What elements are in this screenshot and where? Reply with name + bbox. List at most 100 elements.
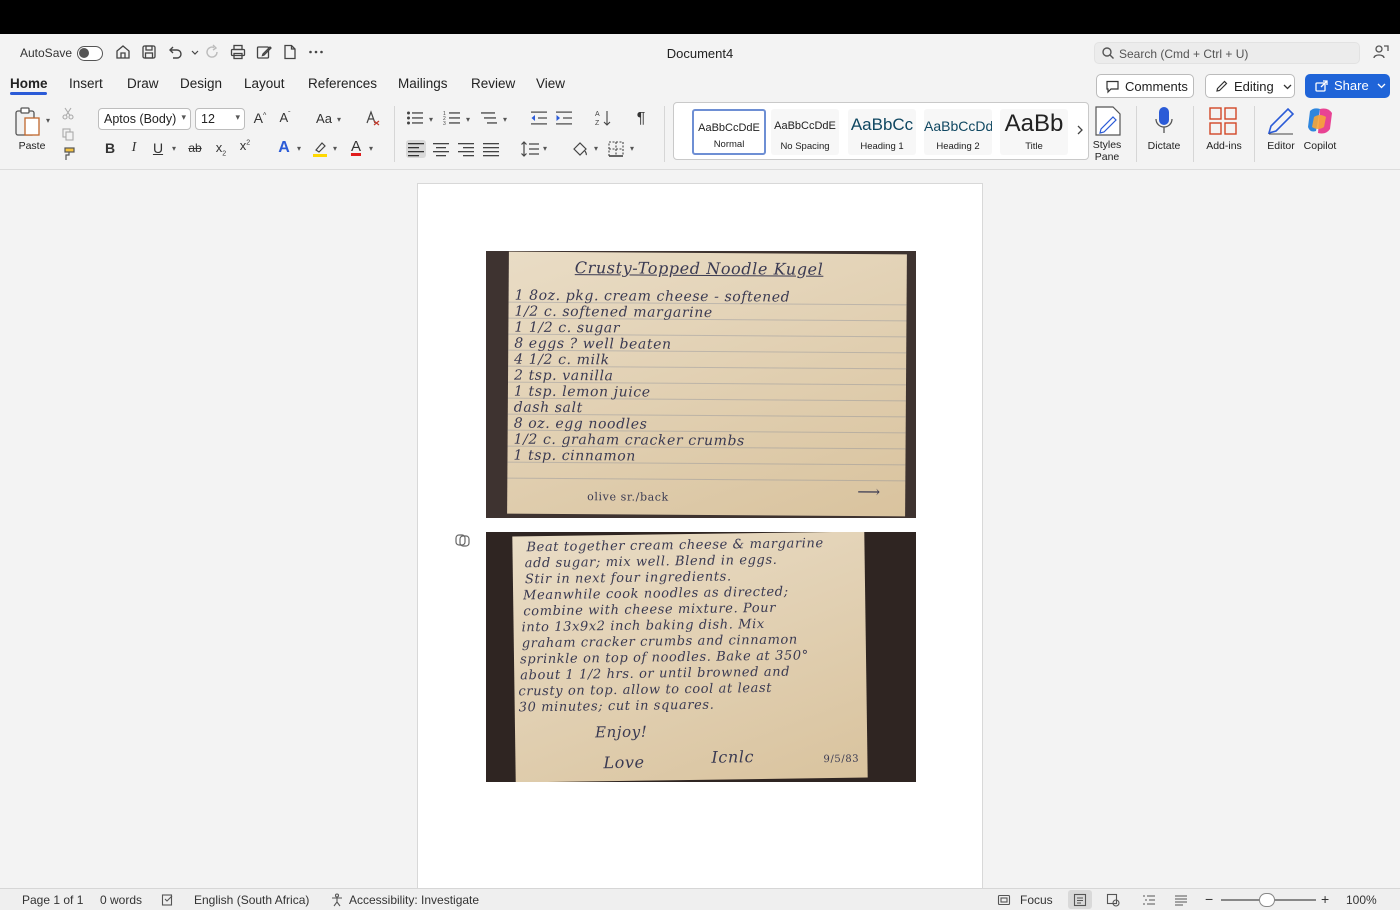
autosave-toggle[interactable] bbox=[77, 46, 103, 61]
style-title[interactable]: AaBb Title bbox=[1000, 109, 1068, 155]
chevron-down-icon[interactable]: ▾ bbox=[503, 115, 507, 124]
home-icon[interactable] bbox=[114, 43, 132, 61]
style-heading-1[interactable]: AaBbCc Heading 1 bbox=[848, 109, 916, 155]
comments-button[interactable]: Comments bbox=[1096, 74, 1194, 98]
copilot-inline-icon[interactable] bbox=[454, 532, 471, 549]
multilevel-list-icon[interactable] bbox=[480, 110, 498, 126]
align-right-icon[interactable] bbox=[457, 141, 475, 157]
tab-design[interactable]: Design bbox=[180, 76, 222, 91]
editing-mode-button[interactable]: Editing bbox=[1205, 74, 1295, 98]
tab-insert[interactable]: Insert bbox=[69, 76, 103, 91]
zoom-in-button[interactable]: + bbox=[1321, 891, 1329, 907]
italic-button[interactable]: I bbox=[125, 140, 143, 156]
recipe-card-front-photo[interactable]: Crusty-Topped Noodle Kugel 1 8oz. pkg. c… bbox=[486, 251, 916, 518]
show-formatting-marks-button[interactable]: ¶ bbox=[632, 110, 650, 128]
clear-formatting-icon[interactable] bbox=[363, 109, 381, 127]
tab-draw[interactable]: Draw bbox=[127, 76, 159, 91]
edit-document-icon[interactable] bbox=[255, 43, 273, 61]
tab-home[interactable]: Home bbox=[10, 76, 48, 91]
recipe-card-back-photo[interactable]: Beat together cream cheese & margarine a… bbox=[486, 532, 916, 782]
chevron-down-icon[interactable]: ▾ bbox=[297, 144, 301, 153]
sort-icon[interactable]: AZ bbox=[594, 109, 612, 127]
bullets-icon[interactable] bbox=[406, 110, 424, 126]
chevron-down-icon[interactable]: ▾ bbox=[337, 115, 341, 124]
chevron-down-icon[interactable]: ▾ bbox=[466, 115, 470, 124]
document-page[interactable]: Crusty-Topped Noodle Kugel 1 8oz. pkg. c… bbox=[417, 183, 983, 903]
zoom-slider-thumb[interactable] bbox=[1259, 893, 1275, 907]
chevron-down-icon[interactable]: ▾ bbox=[369, 144, 373, 153]
styles-pane-icon[interactable] bbox=[1093, 105, 1123, 137]
tab-review[interactable]: Review bbox=[471, 76, 515, 91]
search-box[interactable]: Search (Cmd + Ctrl + U) bbox=[1094, 42, 1360, 64]
style-no-spacing[interactable]: AaBbCcDdE No Spacing bbox=[771, 109, 839, 155]
proofing-icon[interactable] bbox=[161, 893, 175, 907]
undo-icon[interactable] bbox=[166, 43, 184, 61]
outline-view-icon[interactable] bbox=[1142, 893, 1156, 907]
paste-dropdown-icon[interactable]: ▾ bbox=[46, 116, 50, 125]
language[interactable]: English (South Africa) bbox=[194, 893, 309, 907]
page-count[interactable]: Page 1 of 1 bbox=[22, 893, 83, 907]
borders-icon[interactable] bbox=[607, 140, 625, 158]
decrease-indent-icon[interactable] bbox=[530, 110, 548, 126]
undo-dropdown-icon[interactable] bbox=[186, 43, 199, 61]
strikethrough-button[interactable]: ab bbox=[186, 141, 204, 155]
tab-view[interactable]: View bbox=[536, 76, 565, 91]
tab-references[interactable]: References bbox=[308, 76, 377, 91]
tab-layout[interactable]: Layout bbox=[244, 76, 285, 91]
change-case-button[interactable]: Aa bbox=[314, 111, 334, 126]
font-name-dropdown[interactable]: Aptos (Body) ▾ bbox=[98, 108, 191, 130]
font-size-dropdown[interactable]: 12 ▾ bbox=[195, 108, 245, 130]
cut-icon[interactable] bbox=[61, 106, 75, 120]
chevron-down-icon[interactable]: ▾ bbox=[594, 144, 598, 153]
accessibility-status[interactable]: Accessibility: Investigate bbox=[349, 893, 479, 907]
bold-button[interactable]: B bbox=[101, 140, 119, 156]
save-icon[interactable] bbox=[140, 43, 158, 61]
align-left-icon[interactable] bbox=[406, 140, 426, 158]
add-ins-icon[interactable] bbox=[1208, 106, 1238, 136]
word-count[interactable]: 0 words bbox=[100, 893, 142, 907]
editor-icon[interactable] bbox=[1266, 106, 1296, 136]
print-icon[interactable] bbox=[229, 43, 247, 61]
style-heading-2[interactable]: AaBbCcDd Heading 2 bbox=[924, 109, 992, 155]
shading-icon[interactable] bbox=[571, 140, 589, 158]
microphone-icon[interactable] bbox=[1153, 105, 1175, 137]
subscript-button[interactable]: x2 bbox=[212, 140, 230, 158]
redo-icon[interactable] bbox=[203, 43, 221, 61]
line-spacing-icon[interactable] bbox=[520, 140, 540, 158]
justify-icon[interactable] bbox=[482, 141, 500, 157]
font-color-button[interactable]: A bbox=[347, 138, 365, 155]
grow-font-button[interactable]: A^ bbox=[251, 110, 269, 126]
chevron-down-icon[interactable]: ▾ bbox=[543, 144, 547, 153]
share-button[interactable]: Share bbox=[1305, 74, 1390, 98]
web-layout-icon[interactable] bbox=[1106, 893, 1120, 907]
copy-icon[interactable] bbox=[61, 127, 75, 141]
align-center-icon[interactable] bbox=[432, 141, 450, 157]
shrink-font-button[interactable]: Aˇ bbox=[276, 110, 294, 125]
chevron-down-icon[interactable]: ▾ bbox=[429, 115, 433, 124]
superscript-button[interactable]: x2 bbox=[236, 138, 254, 153]
increase-indent-icon[interactable] bbox=[555, 110, 573, 126]
numbering-icon[interactable]: 123 bbox=[443, 110, 461, 126]
focus-mode[interactable]: Focus bbox=[1020, 893, 1053, 907]
zoom-level[interactable]: 100% bbox=[1346, 893, 1377, 907]
accessibility-icon[interactable] bbox=[330, 893, 344, 907]
focus-icon[interactable] bbox=[997, 893, 1011, 907]
document-canvas[interactable]: Crusty-Topped Noodle Kugel 1 8oz. pkg. c… bbox=[0, 171, 1400, 903]
copilot-icon[interactable] bbox=[1304, 105, 1336, 137]
zoom-out-button[interactable]: − bbox=[1205, 891, 1213, 907]
chevron-right-icon[interactable] bbox=[1075, 123, 1085, 137]
print-layout-icon[interactable] bbox=[1073, 893, 1087, 907]
chevron-down-icon[interactable]: ▾ bbox=[630, 144, 634, 153]
paste-icon[interactable] bbox=[14, 106, 44, 138]
underline-button[interactable]: U bbox=[149, 140, 167, 156]
style-normal[interactable]: AaBbCcDdE Normal bbox=[692, 109, 766, 155]
draft-view-icon[interactable] bbox=[1174, 893, 1188, 907]
tab-mailings[interactable]: Mailings bbox=[398, 76, 448, 91]
format-painter-icon[interactable] bbox=[60, 146, 76, 162]
share-people-icon[interactable] bbox=[1372, 43, 1390, 61]
underline-dropdown-icon[interactable]: ▾ bbox=[172, 144, 176, 153]
text-effects-button[interactable]: A bbox=[275, 139, 293, 157]
chevron-down-icon[interactable]: ▾ bbox=[333, 144, 337, 153]
highlight-icon[interactable] bbox=[311, 140, 329, 158]
more-options-icon[interactable] bbox=[307, 43, 325, 61]
